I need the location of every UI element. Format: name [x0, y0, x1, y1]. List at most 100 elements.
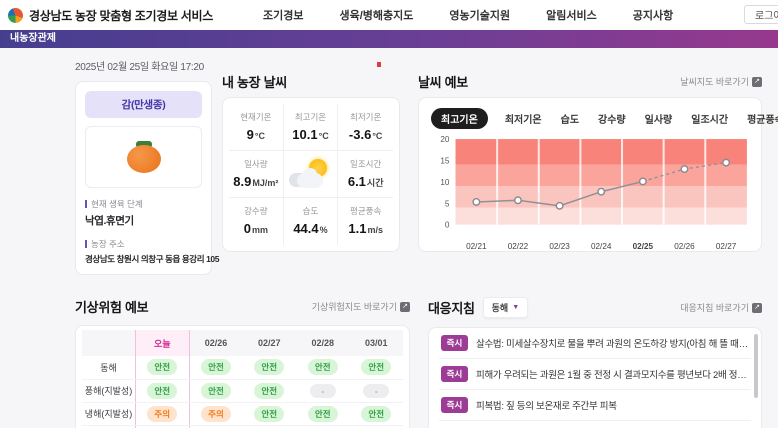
weather-cell: 습도44.4%: [284, 198, 339, 245]
guideline-item[interactable]: 즉시 피해가 우려되는 과원은 1월 중 전정 시 결과모지수를 평년보다 2배 …: [439, 359, 751, 390]
nav-item-1[interactable]: 생육/병해충지도: [339, 7, 413, 23]
status-badge: 안전: [201, 359, 231, 375]
svg-text:02/26: 02/26: [674, 242, 695, 251]
risk-col-header: 오늘: [136, 330, 190, 356]
status-badge: 안전: [147, 359, 177, 375]
risk-row-label: 풍해(지발성): [82, 379, 136, 402]
status-badge: 안전: [254, 406, 284, 422]
status-badge: 안전: [308, 406, 338, 422]
app-header: 경상남도 농장 맞춤형 조기경보 서비스 조기경보생육/병해충지도영농기술지원알…: [0, 0, 778, 30]
forecast-title: 날씨 예보: [418, 72, 468, 91]
nav-item-2[interactable]: 영농기술지원: [449, 7, 510, 23]
guidelines-link[interactable]: 대응지침 바로가기 ↗: [680, 301, 762, 314]
risk-row: 냉해(지발성)주의주의안전안전안전: [82, 402, 403, 425]
risk-row: 풍해(지발성) 안전 안전 안전 --: [82, 379, 403, 402]
risk-cell: -: [296, 379, 350, 402]
crop-image: [85, 126, 202, 188]
risk-cell: 안전: [243, 356, 297, 379]
guidelines-filter-dropdown[interactable]: 동해 ▼: [483, 297, 529, 318]
farm-address-value: 경상남도 창원시 의창구 동읍 용강리 105: [85, 253, 202, 265]
weather-cell: 강수량0mm: [229, 198, 284, 245]
nav-item-3[interactable]: 알림서비스: [546, 7, 597, 23]
guideline-text: 살수법: 미세살수장치로 물을 뿌려 과원의 온도하강 방지(아침 해 뜰 때까…: [476, 336, 749, 350]
guideline-item[interactable]: 즉시피복법: 짚 등의 보온재로 주간부 피복: [439, 390, 751, 421]
svg-text:02/21: 02/21: [466, 242, 487, 251]
weather-cell: 현재기온9°C: [229, 104, 284, 151]
risk-cell: 주의: [136, 402, 190, 425]
risk-cell: 안전: [136, 379, 190, 402]
forecast-tab-0[interactable]: 최고기온: [431, 108, 488, 129]
status-badge: 안전: [254, 383, 284, 399]
crop-card: 감(만생종) 현재 생육 단계 낙엽.휴면기 농장 주소 경상남도 창원시 의창…: [75, 81, 212, 275]
persimmon-icon: [127, 141, 161, 173]
logout-button[interactable]: 로그아웃: [744, 5, 778, 24]
guidelines-title: 대응지침: [428, 298, 475, 317]
weather-map-link[interactable]: 날씨지도 바로가기 ↗: [680, 75, 762, 88]
forecast-chart: 0510152002/2102/2202/2302/2402/2502/2602…: [429, 135, 751, 253]
guideline-tag-badge: 즉시: [441, 397, 468, 413]
farm-weather-card: 현재기온9°C최고기온10.1°C최저기온-3.6°C 일사량8.9MJ/m² 일조…: [222, 97, 400, 252]
nav-item-4[interactable]: 공지사항: [633, 7, 673, 23]
guidelines-card: 즉시 살수법: 미세살수장치로 물을 뿌려 과원의 온도하강 방지(아침 해 뜰 …: [428, 327, 762, 428]
guideline-tag-badge: 즉시: [441, 366, 468, 382]
status-badge: 안전: [361, 406, 391, 422]
risk-title: 기상위험 예보: [75, 297, 148, 316]
current-datetime: 2025년 02월 25일 화요일 17:20: [75, 58, 212, 73]
svg-text:20: 20: [440, 135, 450, 144]
status-badge: 주의: [147, 406, 177, 422]
risk-cell: -: [350, 379, 404, 402]
forecast-tab-1[interactable]: 최저기온: [503, 108, 544, 129]
forecast-tab-2[interactable]: 습도: [559, 108, 581, 129]
notification-dot: [377, 62, 381, 67]
guideline-item[interactable]: 즉시송풍법: 방상팬으로 바람을 송풍하여 찬공기 정체 방지, 상하층 공기혼…: [439, 421, 751, 428]
svg-text:5: 5: [445, 199, 450, 208]
subnav-bar: 내농장관제: [0, 30, 778, 48]
status-badge: 안전: [361, 359, 391, 375]
crop-name-badge: 감(만생종): [85, 91, 202, 118]
sun-cloud-icon: [284, 151, 339, 198]
guideline-item[interactable]: 즉시 살수법: 미세살수장치로 물을 뿌려 과원의 온도하강 방지(아침 해 뜰 …: [439, 328, 751, 359]
svg-text:02/27: 02/27: [716, 242, 737, 251]
risk-cell: 안전: [243, 379, 297, 402]
subnav-label: 내농장관제: [10, 33, 56, 44]
risk-cell: 안전: [243, 402, 297, 425]
risk-col-header: 03/01: [350, 330, 404, 356]
nav-item-0[interactable]: 조기경보: [263, 7, 303, 23]
weather-cell: 일사량8.9MJ/m²: [229, 151, 284, 198]
main-nav: 조기경보 생육/병해충지도 영농기술지원 알림서비스 공지사항: [263, 0, 673, 30]
risk-table-card: 오늘02/2602/2702/2803/01동해안전안전안전안전안전풍해(지발성…: [75, 325, 410, 428]
status-badge: 안전: [308, 359, 338, 375]
weather-cell: 일조시간6.1시간: [338, 151, 393, 198]
guideline-text: 피해가 우려되는 과원은 1월 중 전정 시 결과모지수를 평년보다 2배 정도…: [476, 367, 749, 381]
external-link-icon: ↗: [400, 302, 410, 312]
forecast-tab-3[interactable]: 강수량: [596, 108, 628, 129]
farm-address-label: 농장 주소: [85, 238, 202, 250]
forecast-tabs: 최고기온최저기온습도강수량일사량일조시간평균풍속최고풍속: [429, 106, 751, 135]
risk-cell: 안전: [189, 379, 243, 402]
risk-col-header: [82, 330, 136, 356]
scrollbar-thumb[interactable]: [754, 334, 758, 398]
risk-cell: 안전: [350, 402, 404, 425]
forecast-tab-6[interactable]: 평균풍속: [745, 108, 778, 129]
growth-stage-value: 낙엽.휴면기: [85, 213, 202, 228]
weather-cell: 최고기온10.1°C: [284, 104, 339, 151]
risk-col-header: 02/27: [243, 330, 297, 356]
forecast-tab-5[interactable]: 일조시간: [689, 108, 730, 129]
risk-map-link[interactable]: 기상위험지도 바로가기 ↗: [312, 300, 410, 313]
external-link-icon: ↗: [752, 303, 762, 313]
svg-text:02/25: 02/25: [633, 242, 654, 251]
guideline-tag-badge: 즉시: [441, 335, 468, 351]
status-badge: 안전: [147, 383, 177, 399]
weather-cell: 최저기온-3.6°C: [338, 104, 393, 151]
forecast-tab-4[interactable]: 일사량: [643, 108, 675, 129]
svg-text:02/23: 02/23: [549, 242, 570, 251]
risk-cell: 안전: [350, 356, 404, 379]
status-badge: 안전: [201, 383, 231, 399]
status-badge: 주의: [201, 406, 231, 422]
growth-stage-label: 현재 생육 단계: [85, 198, 202, 210]
risk-cell: 안전: [296, 356, 350, 379]
risk-table: 오늘02/2602/2702/2803/01동해안전안전안전안전안전풍해(지발성…: [82, 330, 403, 428]
risk-cell: 안전: [189, 356, 243, 379]
status-badge: -: [310, 384, 336, 398]
svg-text:10: 10: [440, 178, 450, 187]
